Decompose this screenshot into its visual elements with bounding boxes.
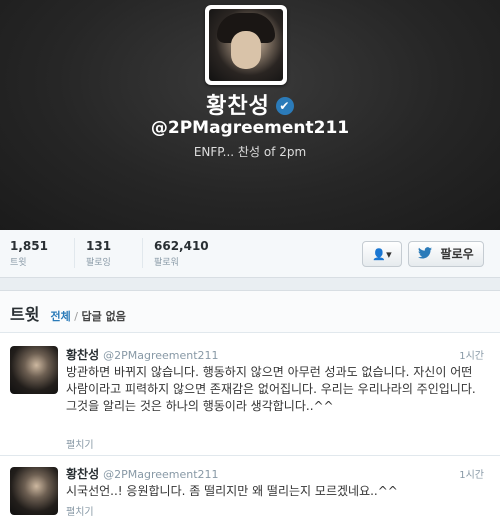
tweet-timestamp[interactable]: 1시간 — [459, 466, 484, 481]
stat-tweets[interactable]: 1,851 트윗 — [10, 239, 48, 268]
person-dropdown-icon: 👤▾ — [372, 248, 392, 261]
filter-all-link[interactable]: 전체 — [51, 310, 71, 323]
tweet-author[interactable]: 황찬성 @2PMagreement211 — [66, 346, 219, 363]
stat-tweets-label: 트윗 — [10, 258, 27, 268]
follow-label: 팔로우 — [440, 247, 474, 261]
tweet-item[interactable]: 황찬성 @2PMagreement211 1시간 시국선언..! 응원합니다. 좀… — [0, 457, 500, 525]
tweet-author-name: 황찬성 — [66, 348, 100, 362]
tweet-avatar[interactable] — [10, 346, 58, 394]
stat-following[interactable]: 131 팔로잉 — [86, 239, 111, 268]
profile-name: 황찬성 ✔ — [0, 88, 500, 120]
stat-following-count: 131 — [86, 239, 112, 253]
profile-name-text: 황찬성 — [206, 94, 270, 119]
verified-badge-icon: ✔ — [275, 97, 294, 115]
stat-divider — [74, 238, 75, 268]
tweet-author[interactable]: 황찬성 @2PMagreement211 — [66, 465, 219, 482]
stat-following-label: 팔로잉 — [86, 258, 111, 268]
profile-handle[interactable]: @2PMagreement211 — [0, 118, 500, 138]
tweet-expand-link[interactable]: 펼치기 — [66, 503, 94, 518]
tweet-author-handle: @2PMagreement211 — [103, 468, 219, 481]
tweet-text: 시국선언..! 응원합니다. 좀 떨리지만 왜 떨리는지 모르겠네요..^^ — [66, 484, 398, 498]
filter-separator: / — [74, 310, 79, 323]
tweets-filter: 전체 / 답글 없음 — [51, 310, 126, 323]
profile-header: 황찬성 ✔ @2PMagreement211 ENFP... 찬성 of 2pm — [0, 0, 500, 230]
tweet-text: 방관하면 바뀌지 않습니다. 행동하지 않으면 아무런 성과도 없습니다. 자신… — [66, 365, 476, 413]
tweets-header: 트윗 전체 / 답글 없음 — [0, 291, 500, 333]
tweet-expand-link[interactable]: 펼치기 — [66, 436, 94, 451]
stat-divider — [142, 238, 143, 268]
follow-button[interactable]: 팔로우 — [408, 241, 484, 267]
profile-avatar[interactable] — [205, 5, 287, 85]
tweets-title: 트윗 — [10, 305, 40, 324]
tweet-item[interactable]: 황찬성 @2PMagreement211 1시간 방관하면 바뀌지 않습니다. 행… — [0, 334, 500, 456]
tweet-author-name: 황찬성 — [66, 467, 100, 481]
stat-followers-label: 팔로워 — [154, 258, 179, 268]
profile-stats-bar: 1,851 트윗 131 팔로잉 662,410 팔로워 👤▾ 팔로우 — [0, 230, 500, 278]
tweet-timestamp[interactable]: 1시간 — [459, 347, 484, 362]
tweets-panel: 트윗 전체 / 답글 없음 황찬성 @2PMagreement211 1시간 방관… — [0, 290, 500, 525]
filter-no-replies-link[interactable]: 답글 없음 — [82, 310, 126, 323]
profile-photo — [209, 9, 283, 81]
stat-tweets-count: 1,851 — [10, 239, 48, 253]
tweet-avatar[interactable] — [10, 467, 58, 515]
user-actions-button[interactable]: 👤▾ — [362, 241, 402, 267]
stat-followers-count: 662,410 — [154, 239, 209, 253]
tweet-author-handle: @2PMagreement211 — [103, 349, 219, 362]
profile-bio: ENFP... 찬성 of 2pm — [193, 145, 307, 159]
twitter-bird-icon — [418, 247, 436, 261]
stat-followers[interactable]: 662,410 팔로워 — [154, 239, 209, 268]
